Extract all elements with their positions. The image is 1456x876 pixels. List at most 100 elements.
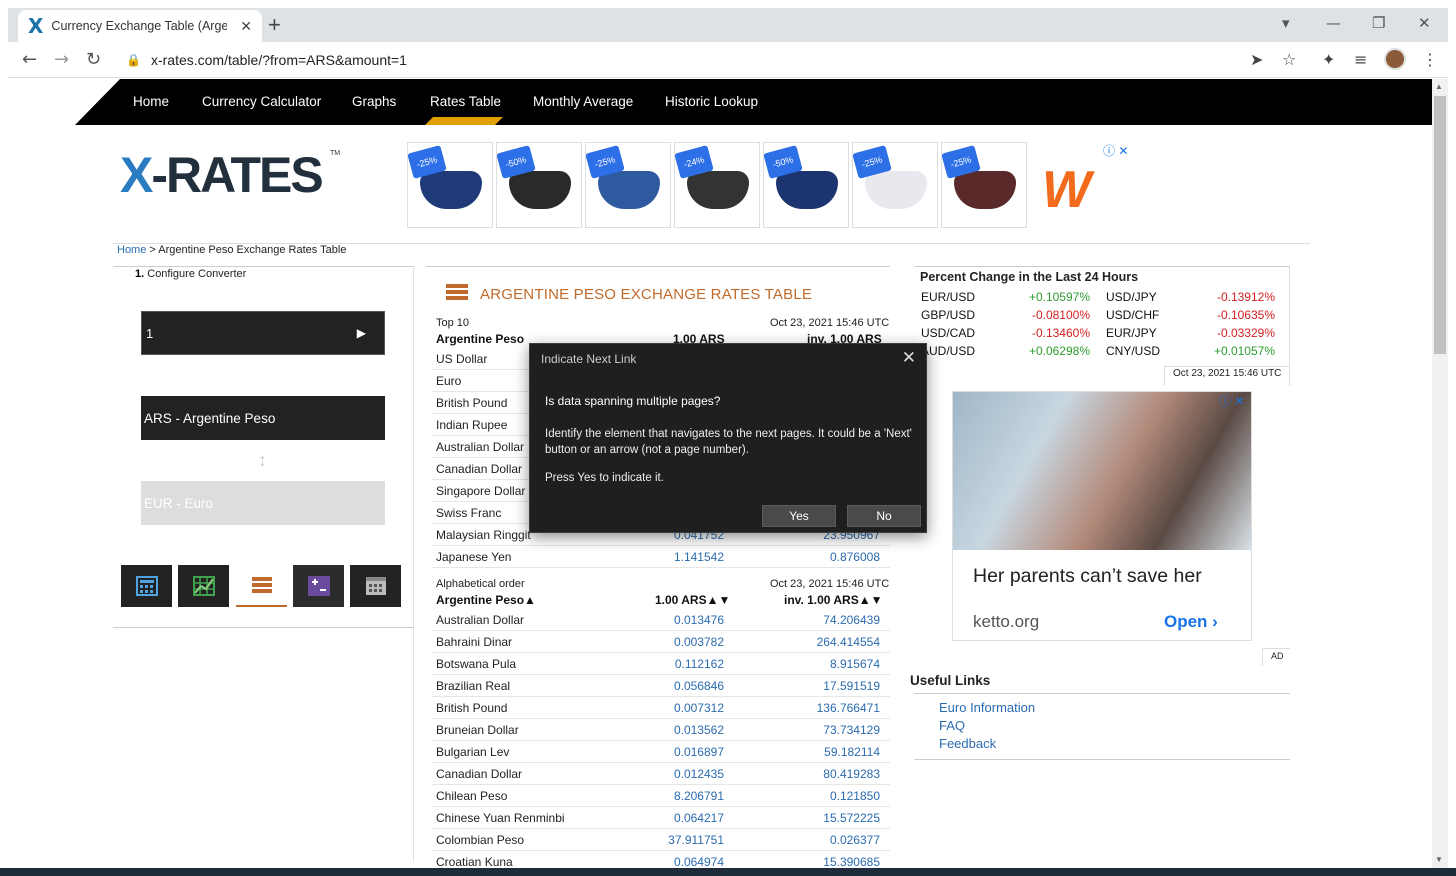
restore-icon[interactable]: ❐ (1372, 14, 1385, 32)
inverse-rate-value[interactable]: 15.390685 (823, 855, 880, 869)
inverse-rate-value[interactable]: 0.026377 (830, 833, 880, 847)
rate-value[interactable]: 0.007312 (674, 701, 724, 715)
rate-value[interactable]: 0.003782 (674, 635, 724, 649)
alpha-col-amount-sort[interactable]: 1.00 ARS▲▼ (655, 593, 730, 607)
ketto-ad[interactable]: Her parents can’t save her ketto.org Ope… (952, 391, 1252, 641)
currency-name[interactable]: Bruneian Dollar (436, 723, 519, 737)
currency-name[interactable]: Euro (436, 374, 461, 388)
back-icon[interactable]: ← (22, 49, 37, 70)
inverse-rate-value[interactable]: 264.414554 (817, 635, 880, 649)
graphs-tool-icon[interactable] (178, 565, 229, 607)
inverse-rate-value[interactable]: 0.876008 (830, 550, 880, 564)
rate-value[interactable]: 1.141542 (674, 550, 724, 564)
ad-choices-icon[interactable]: ⓘ ✕ (1103, 142, 1128, 159)
rate-value[interactable]: 0.112162 (675, 657, 724, 671)
currency-name[interactable]: Swiss Franc (436, 506, 501, 520)
currency-name[interactable]: Indian Rupee (436, 418, 507, 432)
currency-name[interactable]: Japanese Yen (436, 550, 511, 564)
rate-value[interactable]: 0.064974 (674, 855, 724, 869)
inverse-rate-value[interactable]: 80.419283 (823, 767, 880, 781)
scroll-down-icon[interactable]: ▼ (1435, 855, 1443, 864)
swap-currencies-icon[interactable]: ↕ (258, 450, 267, 471)
advertiser-w-logo[interactable]: W (1042, 160, 1091, 220)
xrates-logo[interactable]: X-RATES (120, 146, 324, 204)
nav-currency-calculator[interactable]: Currency Calculator (202, 94, 321, 109)
convert-go-icon[interactable]: ▶ (357, 326, 366, 340)
rates-table-tool-icon[interactable] (236, 565, 287, 607)
inverse-rate-value[interactable]: 15.572225 (823, 811, 880, 825)
extensions-icon[interactable]: ✦ (1322, 50, 1335, 69)
bookmark-star-icon[interactable]: ☆ (1282, 50, 1296, 69)
yes-button[interactable]: Yes (762, 505, 836, 527)
rate-value[interactable]: 8.206791 (674, 789, 724, 803)
close-window-icon[interactable]: ✕ (1418, 14, 1431, 32)
inverse-rate-value[interactable]: 17.591519 (823, 679, 880, 693)
mask-ad-tile[interactable]: -50% (496, 142, 582, 228)
currency-name[interactable]: Bahraini Dinar (436, 635, 512, 649)
mask-ad-tile[interactable]: -50% (763, 142, 849, 228)
mask-ad-tile[interactable]: -25% (941, 142, 1027, 228)
rate-value[interactable]: 0.012435 (674, 767, 724, 781)
currency-name[interactable]: Chilean Peso (436, 789, 507, 803)
monthly-average-tool-icon[interactable] (293, 565, 344, 607)
alpha-col-inverse-sort[interactable]: inv. 1.00 ARS▲▼ (784, 593, 882, 607)
ad-choices-icon[interactable]: ⓘ ✕ (1219, 392, 1244, 409)
mask-ad-tile[interactable]: -25% (585, 142, 671, 228)
mask-ad-tile[interactable]: -24% (674, 142, 760, 228)
currency-name[interactable]: US Dollar (436, 352, 487, 366)
profile-avatar[interactable] (1384, 48, 1406, 70)
currency-name[interactable]: Brazilian Real (436, 679, 510, 693)
rate-value[interactable]: 0.013476 (674, 613, 724, 627)
scroll-up-icon[interactable]: ▲ (1435, 82, 1443, 91)
browser-tab[interactable]: X Currency Exchange Table (Argentine Pes… (18, 10, 262, 42)
inverse-rate-value[interactable]: 136.766471 (817, 701, 880, 715)
currency-name[interactable]: Croatian Kuna (436, 855, 513, 869)
currency-name[interactable]: Australian Dollar (436, 440, 524, 454)
currency-name[interactable]: Singapore Dollar (436, 484, 525, 498)
mask-ad-tile[interactable]: -25% (852, 142, 938, 228)
rate-value[interactable]: 0.064217 (674, 811, 724, 825)
breadcrumb-home-link[interactable]: Home (117, 244, 146, 256)
inverse-rate-value[interactable]: 59.182114 (824, 745, 880, 759)
rate-value[interactable]: 0.056846 (674, 679, 724, 693)
nav-graphs[interactable]: Graphs (352, 94, 396, 109)
profile-menu-icon[interactable]: ▾ (1282, 14, 1290, 32)
currency-name[interactable]: Canadian Dollar (436, 767, 522, 781)
inverse-rate-value[interactable]: 0.121850 (830, 789, 880, 803)
ad-open-button[interactable]: Open › (1164, 612, 1218, 632)
inverse-rate-value[interactable]: 74.206439 (823, 613, 880, 627)
link-faq[interactable]: FAQ (939, 718, 965, 733)
link-feedback[interactable]: Feedback (939, 736, 996, 751)
kebab-menu-icon[interactable]: ⋮ (1422, 50, 1438, 69)
historic-lookup-tool-icon[interactable] (350, 565, 401, 607)
nav-rates-table[interactable]: Rates Table (430, 94, 501, 109)
media-queue-icon[interactable]: ≡ (1354, 50, 1367, 69)
send-icon[interactable]: ➤ (1250, 50, 1263, 69)
dialog-close-icon[interactable]: ✕ (902, 348, 916, 368)
alpha-col-currency-sort[interactable]: Argentine Peso▲ (436, 593, 536, 607)
inverse-rate-value[interactable]: 73.734129 (823, 723, 880, 737)
no-button[interactable]: No (847, 505, 921, 527)
currency-name[interactable]: British Pound (436, 396, 507, 410)
amount-input[interactable]: 1 ▶ (141, 311, 385, 355)
from-currency-select[interactable]: ARS - Argentine Peso (141, 396, 385, 440)
nav-monthly-average[interactable]: Monthly Average (533, 94, 633, 109)
currency-name[interactable]: Chinese Yuan Renminbi (436, 811, 565, 825)
mask-ad-tile[interactable]: -25% (407, 142, 493, 228)
mask-ad-banner[interactable]: -25% -50% -25% -24% -50% -25% -25% (407, 142, 1029, 228)
url-field[interactable]: 🔒 x-rates.com/table/?from=ARS&amount=1 (126, 47, 1246, 73)
nav-historic-lookup[interactable]: Historic Lookup (665, 94, 758, 109)
nav-home[interactable]: Home (133, 94, 169, 109)
link-euro-information[interactable]: Euro Information (939, 700, 1035, 715)
currency-name[interactable]: Botswana Pula (436, 657, 516, 671)
reload-icon[interactable]: ↻ (86, 49, 101, 70)
new-tab-icon[interactable]: + (268, 12, 281, 38)
rate-value[interactable]: 37.911751 (668, 833, 724, 847)
currency-name[interactable]: Colombian Peso (436, 833, 524, 847)
scrollbar-thumb[interactable] (1434, 96, 1446, 354)
currency-name[interactable]: Canadian Dollar (436, 462, 522, 476)
inverse-rate-value[interactable]: 8.915674 (830, 657, 880, 671)
calculator-tool-icon[interactable] (121, 565, 172, 607)
currency-name[interactable]: Bulgarian Lev (436, 745, 509, 759)
rate-value[interactable]: 0.013562 (674, 723, 724, 737)
